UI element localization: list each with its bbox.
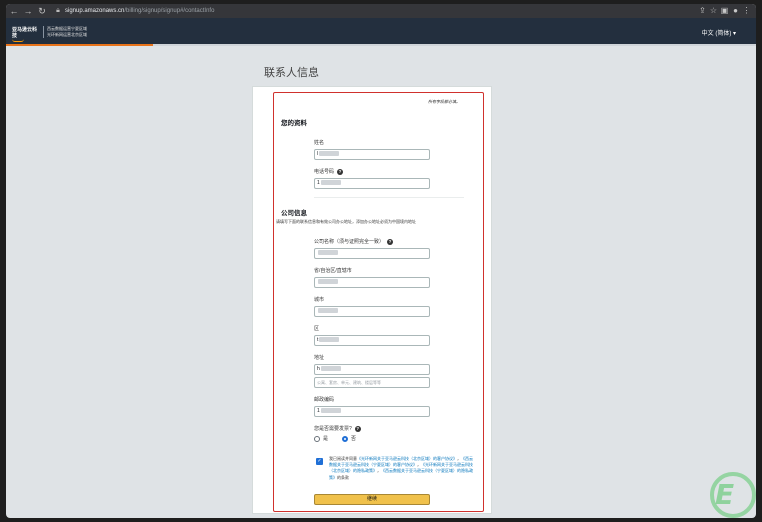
- logo-subtitle: 西云数据运营宁夏区域 光环新网运营北京区域: [47, 26, 87, 37]
- company-name-label: 公司名称（须与证照完全一致）?: [314, 238, 394, 245]
- agreement-link-1[interactable]: 《光环新网关于亚马逊云科技（北京区域）的客户协议》: [357, 456, 457, 461]
- your-info-heading: 您的资料: [281, 120, 307, 127]
- address-input[interactable]: h: [314, 364, 430, 375]
- redacted-text: [318, 250, 338, 256]
- logo-divider: [43, 26, 44, 38]
- sidebar-icon[interactable]: ▣: [719, 5, 730, 17]
- address-line2-input[interactable]: 公寓、套房、单元、建筑、楼层等等: [314, 377, 430, 388]
- redacted-text: [319, 151, 340, 157]
- district-input[interactable]: t: [314, 335, 430, 346]
- profile-icon[interactable]: ●: [730, 5, 741, 17]
- language-selector[interactable]: 中文 (简体) ▾: [702, 28, 736, 37]
- page-title: 联系人信息: [264, 67, 319, 79]
- help-icon[interactable]: ?: [387, 238, 394, 245]
- radio-yes[interactable]: [314, 435, 320, 442]
- aws-logo[interactable]: 亚马逊云科技: [12, 27, 40, 42]
- radio-yes-label: 是: [323, 436, 329, 442]
- watermark-icon: E: [715, 478, 735, 511]
- radio-no[interactable]: [342, 435, 349, 442]
- url-text: signup.amazonaws.cn/billing/signup/signu…: [65, 8, 215, 14]
- lock-icon: 🔒︎: [56, 7, 60, 14]
- province-label: 省/自治区/直辖市: [314, 268, 352, 274]
- postal-code-label: 邮政编码: [314, 397, 335, 403]
- site-header: 亚马逊云科技 西云数据运营宁夏区域 光环新网运营北京区域 中文 (简体) ▾: [6, 18, 756, 44]
- section-divider: [314, 197, 464, 198]
- name-label: 姓名: [314, 140, 325, 146]
- required-note: 所有字段都必填。: [428, 99, 460, 104]
- progress-bar: [6, 44, 756, 46]
- province-input[interactable]: [314, 277, 430, 288]
- redacted-text: [318, 279, 338, 285]
- company-name-input[interactable]: [314, 248, 430, 259]
- name-input[interactable]: l: [314, 149, 430, 160]
- redacted-text: [320, 366, 341, 372]
- invoice-radio-group: 是 否: [314, 435, 356, 442]
- reload-icon[interactable]: ↻: [36, 5, 48, 17]
- forward-icon[interactable]: →: [22, 5, 34, 17]
- agreement-checkbox[interactable]: ✓: [316, 458, 323, 465]
- phone-input[interactable]: 1: [314, 178, 430, 189]
- redacted-text: [319, 337, 340, 343]
- menu-icon[interactable]: ⋮: [741, 5, 752, 17]
- company-description: 请填写下面的联系信息和有效公司办公地址，添加办公地址必须为中国境内地址: [276, 219, 416, 224]
- help-icon[interactable]: ?: [354, 425, 361, 432]
- phone-label: 电话号码?: [314, 168, 344, 175]
- browser-toolbar: ← → ↻ 🔒︎ signup.amazonaws.cn/billing/sig…: [6, 4, 756, 18]
- continue-button[interactable]: 继续: [314, 494, 430, 505]
- back-icon[interactable]: ←: [8, 5, 20, 17]
- address-bar[interactable]: 🔒︎ signup.amazonaws.cn/billing/signup/si…: [54, 6, 214, 17]
- help-icon[interactable]: ?: [337, 168, 344, 175]
- district-label: 区: [314, 326, 320, 332]
- company-info-heading: 公司信息: [281, 210, 307, 217]
- agreement-text: 我已阅读并同意《光环新网关于亚马逊云科技（北京区域）的客户协议》，《西云数据关于…: [329, 456, 473, 480]
- progress-fill: [6, 44, 153, 46]
- invoice-question: 您是否需要发票??: [314, 425, 361, 432]
- address-label: 地址: [314, 355, 325, 361]
- redacted-text: [320, 180, 341, 186]
- bookmark-star-icon[interactable]: ☆: [708, 5, 719, 17]
- redacted-text: [320, 408, 341, 414]
- city-input[interactable]: [314, 306, 430, 317]
- redacted-text: [318, 308, 338, 314]
- logo-smile-icon: [12, 39, 24, 42]
- city-label: 城市: [314, 297, 325, 303]
- radio-no-label: 否: [351, 436, 357, 442]
- share-icon[interactable]: ⇪: [697, 5, 708, 17]
- postal-code-input[interactable]: 1: [314, 406, 430, 417]
